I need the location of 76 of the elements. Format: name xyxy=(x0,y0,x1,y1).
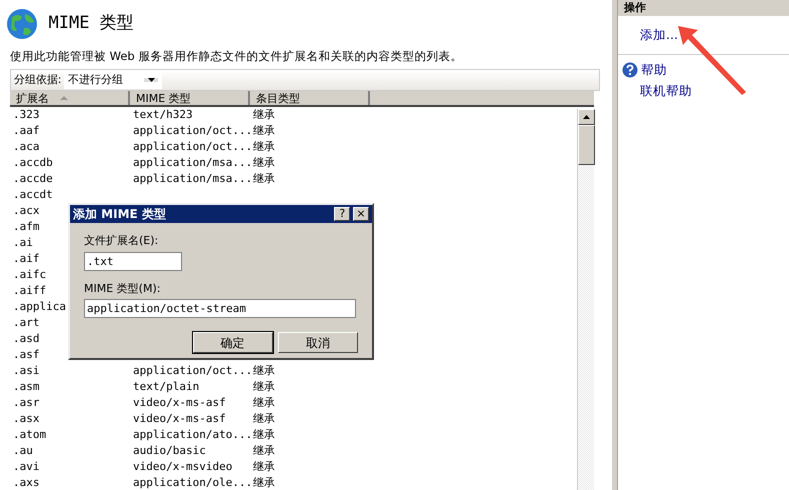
table-cell-text: 继承 xyxy=(252,460,275,474)
table-cell-text: .axs xyxy=(12,476,40,490)
pane-header: 操作 xyxy=(618,0,789,16)
table-cell-text: .aiff xyxy=(12,284,46,298)
globe-icon xyxy=(6,8,38,40)
table-cell-text: 继承 xyxy=(252,380,275,394)
table-cell-text: 继承 xyxy=(252,172,275,186)
table-cell-text: 继承 xyxy=(252,412,275,426)
scroll-up-icon xyxy=(583,115,590,120)
input-field[interactable]: application/octet-stream xyxy=(84,299,356,318)
action-link[interactable]: 帮助 xyxy=(640,60,667,80)
field-label: 文件扩展名(E): xyxy=(84,233,158,249)
table-cell-text: application/ole... xyxy=(132,476,252,490)
close-button[interactable]: × xyxy=(353,207,369,221)
table-cell-text: application/oct... xyxy=(132,124,252,138)
action-link[interactable]: 联机帮助 xyxy=(640,82,692,101)
table-cell-text: .323 xyxy=(12,108,40,122)
input-field[interactable]: .txt xyxy=(84,252,182,270)
table-cell-text: .asr xyxy=(12,396,40,410)
description-text: 使用此功能管理被 Web 服务器用作静态文件的文件扩展名和关联的内容类型的列表。 xyxy=(10,48,464,65)
table-cell-text: .au xyxy=(12,444,33,458)
table-cell-text: 继承 xyxy=(252,156,275,170)
table-cell-text: .art xyxy=(12,316,40,330)
table-cell-text: text/h323 xyxy=(132,108,193,122)
column-header[interactable]: 扩展名 xyxy=(10,91,130,106)
column-header[interactable]: MIME 类型 xyxy=(130,91,250,106)
table-cell-text: application/msa... xyxy=(132,156,252,170)
table-cell-text: .afm xyxy=(12,220,40,234)
table-cell-text: .aifc xyxy=(12,268,46,282)
table-cell-text: 继承 xyxy=(252,444,275,458)
table-cell-text: .asd xyxy=(12,332,40,346)
table-cell-text: 继承 xyxy=(252,124,275,138)
table-cell-text: video/x-ms-asf xyxy=(132,396,226,410)
table-cell-text: .asf xyxy=(12,348,40,362)
field-label: MIME 类型(M): xyxy=(84,280,160,296)
table-cell-text: video/x-ms-asf xyxy=(132,412,226,426)
scrollbar-thumb[interactable] xyxy=(578,125,595,166)
table-cell-text: .atom xyxy=(12,428,46,442)
scrollbar[interactable] xyxy=(577,109,594,490)
table-cell-text: .accde xyxy=(12,172,53,186)
table-cell-text: 继承 xyxy=(252,140,275,154)
table-cell-text: .asx xyxy=(12,412,40,426)
group-by-select[interactable]: 不进行分组 xyxy=(64,72,162,88)
table-cell-text: 继承 xyxy=(252,364,275,378)
table-cell-text: .avi xyxy=(12,460,40,474)
table-cell-text: application/oct... xyxy=(132,140,252,154)
table-cell-text: .applica xyxy=(12,300,66,314)
cancel-button[interactable]: 取消 xyxy=(278,332,358,353)
dialog-title: 添加 MIME 类型 xyxy=(73,206,166,223)
table-cell-text: .asm xyxy=(12,380,40,394)
table-cell-text: .aaf xyxy=(12,124,40,138)
caret-icon xyxy=(148,78,155,82)
table-cell-text: text/plain xyxy=(132,380,200,394)
table-cell-text: .ai xyxy=(12,236,33,250)
table-cell-text: application/msa... xyxy=(132,172,252,186)
table-cell-text: 继承 xyxy=(252,108,275,122)
table-cell-text: audio/basic xyxy=(132,444,206,458)
action-link[interactable]: 添加... xyxy=(640,26,678,45)
table-cell-text: .accdb xyxy=(12,156,53,170)
help-icon xyxy=(622,62,638,78)
table-cell-text: .acx xyxy=(12,204,40,218)
help-button[interactable]: ? xyxy=(334,207,350,221)
table-cell-text: .accdt xyxy=(12,188,53,202)
column-header[interactable]: 条目类型 xyxy=(250,91,370,106)
table-cell-text: video/x-msvideo xyxy=(132,460,232,474)
ok-button[interactable]: 确定 xyxy=(192,332,272,353)
table-cell-text: 继承 xyxy=(252,476,275,490)
table-cell-text: application/ato... xyxy=(132,428,252,442)
page-title: MIME 类型 xyxy=(48,12,134,36)
table-cell-text: 继承 xyxy=(252,428,275,442)
table-cell-text: .asi xyxy=(12,364,40,378)
table-cell-text: application/oct... xyxy=(132,364,252,378)
table-cell-text: .aif xyxy=(12,252,40,266)
group-by-label: 分组依据: xyxy=(14,72,62,88)
table-cell-text: 继承 xyxy=(252,396,275,410)
table-cell-text: .aca xyxy=(12,140,40,154)
